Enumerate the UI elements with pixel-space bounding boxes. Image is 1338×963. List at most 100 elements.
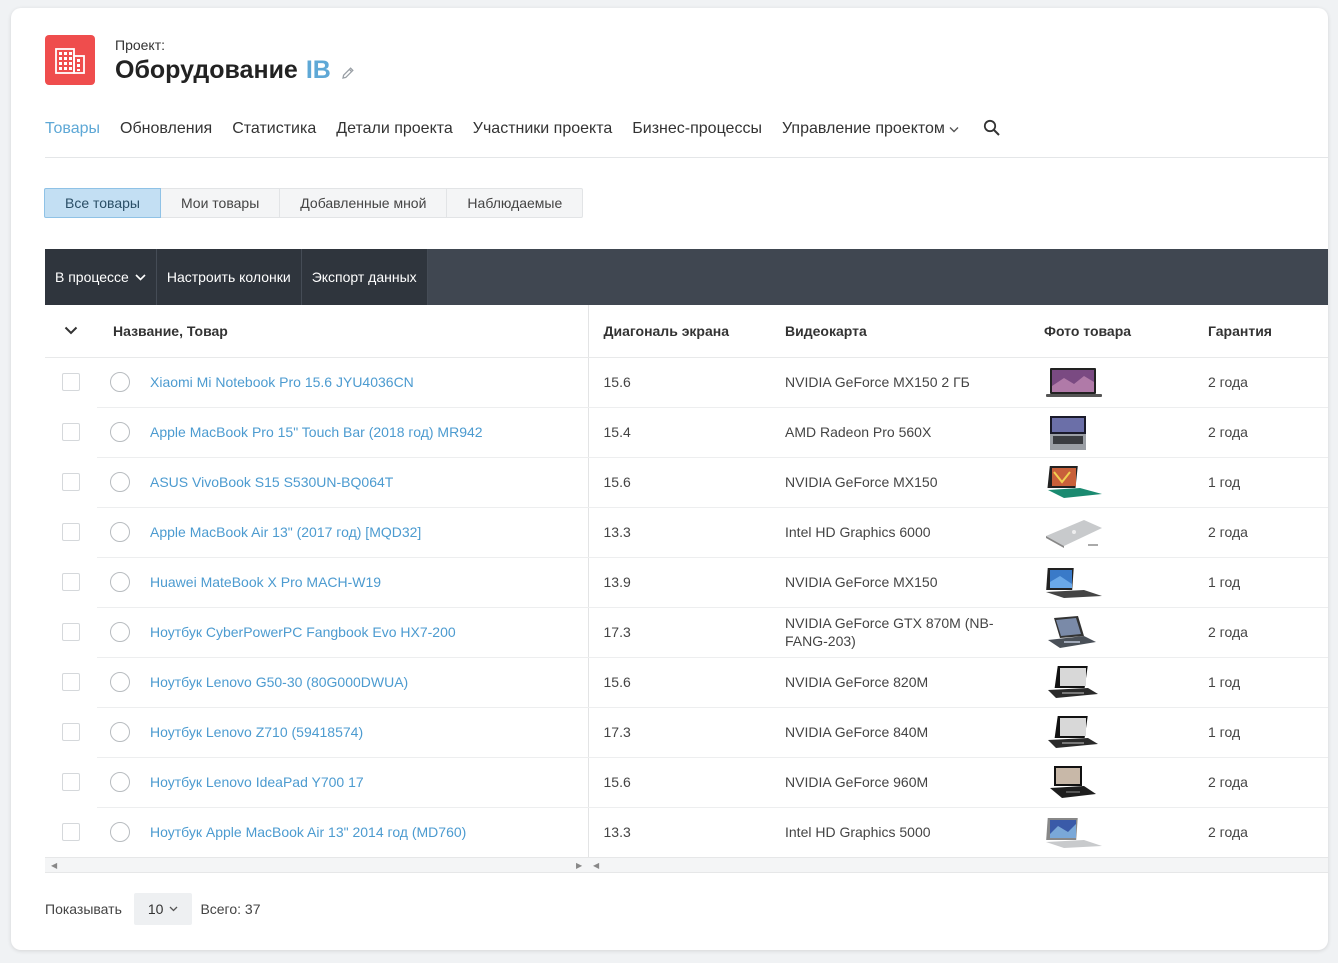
edit-pencil-icon[interactable] [341, 66, 355, 80]
photo-cell [1029, 657, 1206, 708]
laptop-photo-icon[interactable] [1044, 664, 1104, 700]
configure-columns-button[interactable]: Настроить колонки [156, 249, 302, 305]
nav-label: Детали проекта [336, 120, 453, 137]
laptop-photo-icon[interactable] [1044, 714, 1104, 750]
product-name-link[interactable]: Xiaomi Mi Notebook Pro 15.6 JYU4036CN [150, 374, 414, 390]
nav-item-project-management[interactable]: Управление проектом [782, 118, 959, 140]
products-table: Название, Товар Диагональ экрана Видеока… [45, 305, 1328, 858]
process-dropdown-button[interactable]: В процессе [45, 249, 157, 305]
scroll-right-arrow-icon[interactable]: ▶ [576, 861, 582, 870]
row-checkbox[interactable] [62, 573, 80, 591]
export-data-button[interactable]: Экспорт данных [301, 249, 428, 305]
row-radio-cell [97, 807, 141, 858]
laptop-photo-icon[interactable] [1044, 764, 1104, 800]
table-row[interactable]: Ноутбук CyberPowerPC Fangbook Evo HX7-20… [45, 607, 1328, 658]
select-all-toggle[interactable] [45, 305, 97, 358]
warranty-cell: 2 года [1206, 407, 1328, 458]
product-name-link[interactable]: Ноутбук Apple MacBook Air 13" 2014 год (… [150, 824, 466, 840]
product-name-link[interactable]: Ноутбук Lenovo G50-30 (80G000DWUA) [150, 674, 408, 690]
nav-item-project-members[interactable]: Участники проекта [473, 118, 612, 140]
product-name-link[interactable]: Apple MacBook Pro 15" Touch Bar (2018 го… [150, 424, 483, 440]
scroll-left-arrow-icon[interactable]: ◀ [593, 861, 599, 870]
product-name-link[interactable]: ASUS VivoBook S15 S530UN-BQ064T [150, 474, 393, 490]
row-select-cell [45, 807, 97, 858]
row-radio[interactable] [110, 722, 130, 742]
row-select-cell [45, 657, 97, 708]
row-radio[interactable] [110, 472, 130, 492]
photo-cell [1029, 807, 1206, 858]
laptop-photo-icon[interactable] [1044, 514, 1104, 550]
table-row[interactable]: Ноутбук Lenovo IdeaPad Y700 17 15.6 NVIDIA… [45, 757, 1328, 808]
column-header-name[interactable]: Название, Товар [97, 305, 589, 358]
row-radio[interactable] [110, 572, 130, 592]
nav-item-products[interactable]: Товары [45, 118, 100, 140]
nav-item-updates[interactable]: Обновления [120, 118, 212, 140]
table-row[interactable]: Apple MacBook Air 13" (2017 год) [MQD32]… [45, 507, 1328, 558]
laptop-photo-icon[interactable] [1044, 614, 1104, 650]
column-header-gpu[interactable]: Видеокарта [770, 305, 1029, 358]
page-title: Оборудование IB [115, 56, 355, 85]
table-row[interactable]: Huawei MateBook X Pro MACH-W19 13.9 NVIDIA… [45, 557, 1328, 608]
row-radio[interactable] [110, 672, 130, 692]
row-select-cell [45, 707, 97, 758]
row-checkbox[interactable] [62, 773, 80, 791]
row-checkbox[interactable] [62, 823, 80, 841]
table-row[interactable]: ASUS VivoBook S15 S530UN-BQ064T 15.6 NVIDI… [45, 457, 1328, 508]
row-checkbox[interactable] [62, 673, 80, 691]
row-checkbox[interactable] [62, 423, 80, 441]
column-header-diagonal[interactable]: Диагональ экрана [588, 305, 770, 358]
project-title-accent: IB [305, 56, 331, 84]
row-radio[interactable] [110, 622, 130, 642]
laptop-photo-icon[interactable] [1044, 464, 1104, 500]
chevron-down-icon [949, 126, 959, 132]
row-checkbox[interactable] [62, 723, 80, 741]
row-radio[interactable] [110, 422, 130, 442]
row-radio[interactable] [110, 372, 130, 392]
scroll-left-arrow-icon[interactable]: ◀ [51, 861, 57, 870]
row-checkbox[interactable] [62, 373, 80, 391]
search-icon[interactable] [983, 119, 1001, 142]
column-header-warranty[interactable]: Гарантия [1206, 305, 1328, 358]
filter-my-products[interactable]: Мои товары [160, 188, 281, 218]
row-checkbox[interactable] [62, 473, 80, 491]
filter-all-products[interactable]: Все товары [44, 188, 161, 218]
product-name-link[interactable]: Ноутбук Lenovo Z710 (59418574) [150, 724, 363, 740]
row-radio-cell [97, 507, 141, 558]
gpu-cell: AMD Radeon Pro 560X [770, 407, 1029, 458]
product-name-link[interactable]: Huawei MateBook X Pro MACH-W19 [150, 574, 381, 590]
nav-item-business-processes[interactable]: Бизнес-процессы [632, 118, 762, 140]
table-row[interactable]: Ноутбук Lenovo Z710 (59418574) 17.3 NVIDIA… [45, 707, 1328, 758]
horizontal-scrollbar[interactable]: ◀ ▶ ◀ [45, 857, 1328, 873]
table-row[interactable]: Xiaomi Mi Notebook Pro 15.6 JYU4036CN 15.… [45, 357, 1328, 408]
product-name-link[interactable]: Ноутбук CyberPowerPC Fangbook Evo HX7-20… [150, 624, 456, 640]
row-radio[interactable] [110, 522, 130, 542]
pagination-footer: Показывать 10 Всего: 37 [45, 893, 261, 925]
filter-watched[interactable]: Наблюдаемые [447, 188, 584, 218]
photo-cell [1029, 357, 1206, 408]
row-checkbox[interactable] [62, 623, 80, 641]
laptop-photo-icon[interactable] [1044, 564, 1104, 600]
nav-item-project-details[interactable]: Детали проекта [336, 118, 453, 140]
page-size-select[interactable]: 10 [133, 893, 193, 925]
column-header-photo[interactable]: Фото товара [1029, 305, 1206, 358]
laptop-photo-icon[interactable] [1044, 364, 1104, 400]
chevron-down-icon[interactable] [64, 326, 78, 335]
row-select-cell [45, 507, 97, 558]
nav-item-statistics[interactable]: Статистика [232, 118, 316, 140]
filter-added-by-me[interactable]: Добавленные мной [280, 188, 448, 218]
table-row[interactable]: Ноутбук Apple MacBook Air 13" 2014 год (… [45, 807, 1328, 858]
laptop-photo-icon[interactable] [1044, 814, 1104, 850]
product-name-link[interactable]: Apple MacBook Air 13" (2017 год) [MQD32] [150, 524, 421, 540]
row-radio[interactable] [110, 772, 130, 792]
row-radio[interactable] [110, 822, 130, 842]
table-row[interactable]: Apple MacBook Pro 15" Touch Bar (2018 го… [45, 407, 1328, 458]
warranty-cell: 1 год [1206, 457, 1328, 508]
product-name-link[interactable]: Ноутбук Lenovo IdeaPad Y700 17 [150, 774, 364, 790]
row-checkbox[interactable] [62, 523, 80, 541]
name-cell: Apple MacBook Air 13" (2017 год) [MQD32] [141, 507, 589, 558]
warranty-cell: 2 года [1206, 807, 1328, 858]
laptop-photo-icon[interactable] [1044, 414, 1104, 450]
diagonal-cell: 15.6 [588, 757, 770, 808]
process-label: В процессе [55, 269, 129, 285]
table-row[interactable]: Ноутбук Lenovo G50-30 (80G000DWUA) 15.6 NV… [45, 657, 1328, 708]
